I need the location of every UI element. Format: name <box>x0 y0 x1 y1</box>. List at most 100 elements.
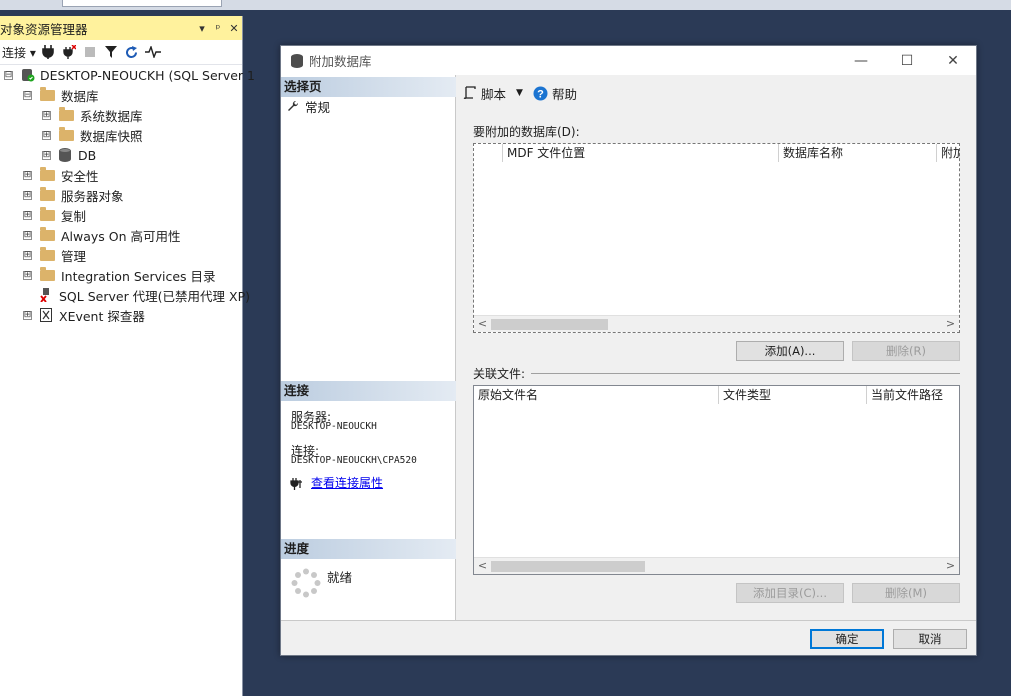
column-header-current-path[interactable]: 当前文件路径 <box>866 386 960 404</box>
chevron-down-icon[interactable]: ▼ <box>516 88 523 98</box>
svg-text:?: ? <box>537 88 544 100</box>
view-connection-properties-link[interactable]: 查看连接属性 <box>311 474 383 491</box>
folder-icon <box>59 126 74 141</box>
folder-icon <box>40 226 55 241</box>
folder-icon <box>40 166 55 181</box>
scroll-left-icon[interactable]: < <box>474 316 491 332</box>
column-header-mdf-location[interactable]: MDF 文件位置 <box>502 144 778 162</box>
scrollbar-thumb[interactable] <box>491 319 608 330</box>
expand-icon[interactable]: ⊞ <box>23 230 32 240</box>
maximize-button[interactable]: ☐ <box>884 53 930 69</box>
tree-node-management[interactable]: ⊞ 管理 <box>23 245 86 265</box>
tree-node-database-snapshots[interactable]: ⊞ 数据库快照 <box>42 125 143 145</box>
dialog-main-pane: 脚本 ▼ ? 帮助 要附加的数据库(D): MDF 文件位置 数据库名称 附加 … <box>457 75 976 620</box>
add-catalog-button[interactable]: 添加目录(C)... <box>736 583 844 603</box>
expand-icon[interactable]: ⊞ <box>42 150 51 160</box>
disconnect-icon[interactable] <box>60 42 78 62</box>
expand-icon[interactable]: ⊞ <box>23 270 32 280</box>
connect-plug-icon[interactable] <box>39 42 57 62</box>
expand-icon[interactable]: ⊞ <box>42 130 51 140</box>
scroll-right-icon[interactable]: > <box>942 558 959 574</box>
expand-icon[interactable]: ⊞ <box>23 170 32 180</box>
tree-node-sql-agent[interactable]: SQL Server 代理(已禁用代理 XP) <box>40 285 250 305</box>
expand-icon[interactable]: ⊞ <box>23 190 32 200</box>
script-button[interactable]: 脚本 ▼ <box>463 83 523 103</box>
remove-button[interactable]: 删除(R) <box>852 341 960 361</box>
tree-node-label: DESKTOP-NEOUCKH (SQL Server 1 <box>40 67 255 83</box>
wrench-icon <box>288 100 299 111</box>
column-header-attach-as[interactable]: 附加 <box>936 144 960 162</box>
expand-icon[interactable]: ⊞ <box>23 250 32 260</box>
select-page-header: 选择页 <box>281 77 456 97</box>
view-connection-properties[interactable]: 查看连接属性 <box>290 474 383 491</box>
attach-database-dialog: 附加数据库 — ☐ ✕ 选择页 常规 连接 服务器: DESKTOP-NEOUC… <box>280 45 977 656</box>
scroll-left-icon[interactable]: < <box>474 558 491 574</box>
minimize-button[interactable]: — <box>838 53 884 69</box>
expand-icon[interactable]: ⊞ <box>23 310 32 320</box>
server-value: DESKTOP-NEOUCKH <box>291 421 377 432</box>
page-general[interactable]: 常规 <box>287 97 330 115</box>
scrollbar-thumb[interactable] <box>491 561 645 572</box>
remove-file-button[interactable]: 删除(M) <box>852 583 960 603</box>
tree-node-db[interactable]: ⊞ DB <box>42 145 96 165</box>
folder-icon <box>40 206 55 221</box>
connection-properties-icon <box>290 477 302 490</box>
folder-icon <box>40 266 55 281</box>
tree-node-label: SQL Server 代理(已禁用代理 XP) <box>59 288 251 304</box>
tree-node-server[interactable]: ⊟ DESKTOP-NEOUCKH (SQL Server 1 <box>4 65 255 85</box>
tree-node-security[interactable]: ⊞ 安全性 <box>23 165 99 185</box>
xevent-icon <box>40 308 52 322</box>
databases-horizontal-scrollbar[interactable]: < > <box>474 315 959 332</box>
related-files-horizontal-scrollbar[interactable]: < > <box>474 557 959 574</box>
page-general-label: 常规 <box>305 99 331 115</box>
column-header-database-name[interactable]: 数据库名称 <box>778 144 936 162</box>
expand-icon[interactable]: ⊞ <box>23 210 32 220</box>
filter-icon[interactable] <box>102 42 120 62</box>
column-header-original-filename[interactable]: 原始文件名 <box>474 386 718 404</box>
connection-header: 连接 <box>281 381 456 401</box>
tree-node-xevent-profiler[interactable]: ⊞ XEvent 探查器 <box>23 305 145 325</box>
database-icon <box>291 53 303 68</box>
ok-button[interactable]: 确定 <box>810 629 884 649</box>
tree-node-always-on[interactable]: ⊞ Always On 高可用性 <box>23 225 181 245</box>
cancel-button[interactable]: 取消 <box>893 629 967 649</box>
column-header-file-type[interactable]: 文件类型 <box>718 386 866 404</box>
help-button[interactable]: ? 帮助 <box>533 83 577 103</box>
databases-grid[interactable]: MDF 文件位置 数据库名称 附加 < > <box>473 143 960 333</box>
tree-node-label: 复制 <box>61 208 87 224</box>
collapse-icon[interactable]: ⊟ <box>23 90 32 100</box>
add-button[interactable]: 添加(A)... <box>736 341 844 361</box>
object-explorer-toolbar: 连接 ▾ <box>0 40 242 65</box>
close-icon[interactable]: ✕ <box>226 22 242 35</box>
tree-node-label: DB <box>78 147 97 163</box>
progress-header: 进度 <box>281 539 456 559</box>
tree-node-label: Always On 高可用性 <box>61 228 181 244</box>
tree-node-integration-services[interactable]: ⊞ Integration Services 目录 <box>23 265 216 285</box>
tree-node-replication[interactable]: ⊞ 复制 <box>23 205 86 225</box>
toolbar-combobox[interactable] <box>62 0 222 7</box>
expand-icon[interactable]: ⊞ <box>42 110 51 120</box>
close-button[interactable]: ✕ <box>930 53 976 69</box>
connect-button[interactable]: 连接 ▾ <box>2 42 36 62</box>
stop-icon[interactable] <box>81 42 99 62</box>
collapse-icon[interactable]: ⊟ <box>4 70 13 80</box>
activity-monitor-icon[interactable] <box>144 42 162 62</box>
help-icon: ? <box>533 86 548 100</box>
pin-icon[interactable]: ᵖ <box>210 22 226 35</box>
scroll-right-icon[interactable]: > <box>942 316 959 332</box>
databases-to-attach-label: 要附加的数据库(D): <box>473 125 580 139</box>
tree-node-system-databases[interactable]: ⊞ 系统数据库 <box>42 105 143 125</box>
folder-icon <box>40 86 55 101</box>
tree-node-server-objects[interactable]: ⊞ 服务器对象 <box>23 185 124 205</box>
object-explorer-title: 对象资源管理器 <box>0 21 88 37</box>
tree-node-databases[interactable]: ⊟ 数据库 <box>23 85 99 105</box>
related-files-grid[interactable]: 原始文件名 文件类型 当前文件路径 < > <box>473 385 960 575</box>
related-files-grid-header: 原始文件名 文件类型 当前文件路径 <box>474 386 959 404</box>
window-position-dropdown-icon[interactable]: ▾ <box>194 22 210 35</box>
databases-grid-header: MDF 文件位置 数据库名称 附加 <box>474 144 960 162</box>
related-files-label: 关联文件: <box>473 367 526 381</box>
tree-node-label: 安全性 <box>61 168 99 184</box>
refresh-icon[interactable] <box>123 42 141 62</box>
sql-agent-disabled-icon <box>40 288 49 302</box>
object-explorer-panel: 对象资源管理器 ▾ ᵖ ✕ 连接 ▾ ⊟ DESKTOP-NEOUCKH (SQ… <box>0 16 255 696</box>
